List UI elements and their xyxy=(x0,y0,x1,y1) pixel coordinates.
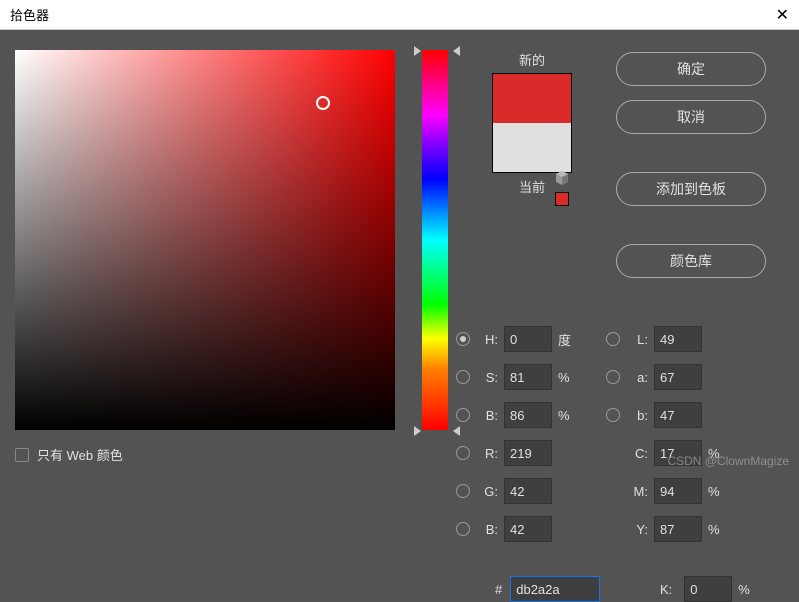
label-y: Y: xyxy=(626,522,648,537)
new-color-label: 新的 xyxy=(472,50,592,69)
add-swatch-button[interactable]: 添加到色板 xyxy=(616,172,766,206)
sv-cursor[interactable] xyxy=(316,96,330,110)
unit-h: 度 xyxy=(558,330,578,349)
hex-prefix: # xyxy=(495,582,502,597)
input-b[interactable] xyxy=(654,402,702,428)
label-l: L: xyxy=(626,332,648,347)
input-r[interactable] xyxy=(504,440,552,466)
color-libraries-button[interactable]: 颜色库 xyxy=(616,244,766,278)
radio-r[interactable] xyxy=(456,446,470,460)
current-color-label: 当前 xyxy=(472,177,592,196)
web-colors-checkbox[interactable] xyxy=(15,448,29,462)
label-c: C: xyxy=(626,446,648,461)
cancel-button[interactable]: 取消 xyxy=(616,100,766,134)
unit-y: % xyxy=(708,522,728,537)
input-y[interactable] xyxy=(654,516,702,542)
label-br: B: xyxy=(476,522,498,537)
input-br[interactable] xyxy=(504,516,552,542)
numeric-fields: H: 度 L: S: % a: B: % b: R: xyxy=(456,320,786,548)
unit-k: % xyxy=(738,582,758,597)
color-swatch xyxy=(492,73,572,173)
current-color-preview[interactable] xyxy=(493,123,571,172)
radio-br[interactable] xyxy=(456,522,470,536)
input-h[interactable] xyxy=(504,326,552,352)
label-h: H: xyxy=(476,332,498,347)
unit-s: % xyxy=(558,370,578,385)
label-bh: B: xyxy=(476,408,498,423)
saturation-value-field[interactable] xyxy=(15,50,395,430)
hue-arrow-bottom-left-icon[interactable] xyxy=(414,426,421,436)
label-r: R: xyxy=(476,446,498,461)
web-colors-label: 只有 Web 颜色 xyxy=(37,445,123,464)
titlebar: 拾色器 ✕ xyxy=(0,0,799,30)
radio-bh[interactable] xyxy=(456,408,470,422)
radio-h[interactable] xyxy=(456,332,470,346)
unit-m: % xyxy=(708,484,728,499)
watermark: CSDN @ClownMagize xyxy=(667,454,789,468)
hue-slider[interactable] xyxy=(422,50,448,430)
warning-swatch[interactable] xyxy=(555,192,569,206)
cube-icon[interactable] xyxy=(554,170,570,186)
input-k[interactable] xyxy=(684,576,732,602)
hue-arrow-right-icon[interactable] xyxy=(453,46,460,56)
input-a[interactable] xyxy=(654,364,702,390)
label-g: G: xyxy=(476,484,498,499)
label-m: M: xyxy=(626,484,648,499)
radio-a[interactable] xyxy=(606,370,620,384)
label-b: b: xyxy=(626,408,648,423)
radio-s[interactable] xyxy=(456,370,470,384)
label-s: S: xyxy=(476,370,498,385)
close-icon[interactable]: ✕ xyxy=(776,5,789,25)
radio-g[interactable] xyxy=(456,484,470,498)
input-hex[interactable] xyxy=(510,576,600,602)
label-k: K: xyxy=(650,582,672,597)
new-color-preview xyxy=(493,74,571,123)
radio-l[interactable] xyxy=(606,332,620,346)
input-g[interactable] xyxy=(504,478,552,504)
hue-arrow-left-icon[interactable] xyxy=(414,46,421,56)
input-s[interactable] xyxy=(504,364,552,390)
input-bh[interactable] xyxy=(504,402,552,428)
radio-b[interactable] xyxy=(606,408,620,422)
input-m[interactable] xyxy=(654,478,702,504)
unit-bh: % xyxy=(558,408,578,423)
window-title: 拾色器 xyxy=(10,5,49,24)
ok-button[interactable]: 确定 xyxy=(616,52,766,86)
input-l[interactable] xyxy=(654,326,702,352)
label-a: a: xyxy=(626,370,648,385)
